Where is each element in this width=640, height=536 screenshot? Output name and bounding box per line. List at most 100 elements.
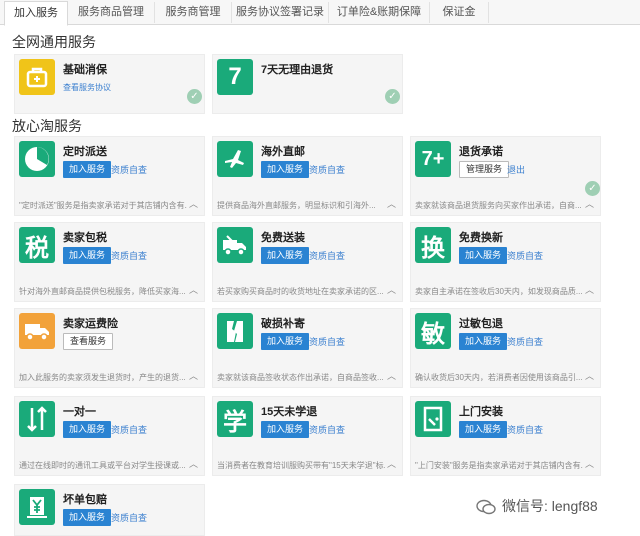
card-name: 过敏包退 — [459, 318, 503, 330]
chevron-up-icon[interactable]: ︿ — [387, 369, 396, 382]
chevron-up-icon[interactable]: ︿ — [585, 197, 594, 210]
section-title-assured: 放心淘服务 — [12, 118, 82, 134]
qualification-check-link[interactable]: 资质自查 — [507, 249, 543, 262]
card-description: "上门安装"服务是指卖家承诺对于其店铺内含有... — [415, 461, 583, 470]
card-description: 当消费者在教育培训服购买带有"15天未学退"标... — [217, 461, 385, 470]
card-seller-tax: 税 卖家包税 加入服务 资质自查 针对海外直邮商品提供包税服务，降低买家海...… — [14, 222, 205, 302]
tab-agreement-records[interactable]: 服务协议签署记录 — [232, 2, 329, 23]
wechat-icon — [476, 499, 496, 515]
card-7day-return: 7 7天无理由退货 ✓ — [212, 54, 403, 114]
join-service-button[interactable]: 加入服务 — [261, 333, 310, 350]
chevron-up-icon[interactable]: ︿ — [387, 283, 396, 296]
tab-bar: 加入服务 服务商品管理 服务商管理 服务协议签署记录 订单险&账期保障 保证金 — [0, 0, 640, 26]
qualification-check-link[interactable]: 资质自查 — [111, 163, 147, 176]
check-icon: ✓ — [385, 89, 400, 104]
join-service-button[interactable]: 加入服务 — [261, 247, 310, 264]
qualification-check-link[interactable]: 资质自查 — [111, 511, 147, 524]
chevron-up-icon[interactable]: ︿ — [189, 197, 198, 210]
qualification-check-link[interactable]: 资质自查 — [507, 335, 543, 348]
join-service-button[interactable]: 加入服务 — [63, 421, 112, 438]
qualification-check-link[interactable]: 资质自查 — [309, 335, 345, 348]
manage-service-button[interactable]: 管理服务 — [459, 161, 510, 178]
card-description: 提供商品海外直邮服务，明显标识和引海外... — [217, 201, 376, 210]
join-service-button[interactable]: 加入服务 — [63, 247, 112, 264]
tab-service-goods[interactable]: 服务商品管理 — [68, 2, 155, 23]
bag-icon — [19, 59, 55, 95]
study-icon: 学 — [217, 401, 253, 437]
card-name: 卖家运费险 — [63, 318, 118, 330]
qualification-check-link[interactable]: 资质自查 — [309, 423, 345, 436]
truck-wrench-icon — [217, 227, 253, 263]
card-description: 确认收货后30天内，若消费者因使用该商品引... — [415, 373, 583, 382]
card-name: 退货承诺 — [459, 146, 503, 158]
card-allergy-return: 敏 过敏包退 加入服务 资质自查 确认收货后30天内，若消费者因使用该商品引..… — [410, 308, 601, 388]
card-description: 卖家自主承诺在签收后30天内，如发现商品质... — [415, 287, 583, 296]
join-service-button[interactable]: 加入服务 — [261, 161, 310, 178]
join-service-button[interactable]: 加入服务 — [459, 421, 508, 438]
card-name: 破损补寄 — [261, 318, 305, 330]
truck-icon — [19, 313, 55, 349]
card-description: 加入此服务的卖家须发生退货时，产生的退货... — [19, 373, 186, 382]
card-name: 坏单包赔 — [63, 494, 107, 506]
card-name: 海外直邮 — [261, 146, 305, 158]
card-free-exchange: 换 免费换新 加入服务 资质自查 卖家自主承诺在签收后30天内，如发现商品质..… — [410, 222, 601, 302]
chevron-up-icon[interactable]: ︿ — [585, 457, 594, 470]
join-service-button[interactable]: 加入服务 — [63, 509, 112, 526]
card-onsite-installation: 上门安装 加入服务 资质自查 "上门安装"服务是指卖家承诺对于其店铺内含有...… — [410, 396, 601, 476]
allergy-icon: 敏 — [415, 313, 451, 349]
card-scheduled-delivery: 定时派送 加入服务 资质自查 "定时派送"服务是指卖家承诺对于其店铺内含有...… — [14, 136, 205, 216]
tab-order-insurance[interactable]: 订单险&账期保障 — [329, 2, 430, 23]
card-free-delivery-install: 免费送装 加入服务 资质自查 若买家购买商品时的收货地址在卖家承诺的区... ︿ — [212, 222, 403, 302]
card-bad-order-compensation: 坏单包赔 加入服务 资质自查 — [14, 484, 205, 536]
one-on-one-icon — [19, 401, 55, 437]
view-service-button[interactable]: 查看服务 — [63, 333, 114, 350]
join-service-button[interactable]: 加入服务 — [459, 333, 508, 350]
card-name: 卖家包税 — [63, 232, 107, 244]
join-service-button[interactable]: 加入服务 — [459, 247, 508, 264]
chevron-up-icon[interactable]: ︿ — [189, 457, 198, 470]
card-overseas-direct: 海外直邮 加入服务 资质自查 提供商品海外直邮服务，明显标识和引海外... ︿ — [212, 136, 403, 216]
view-agreement-link[interactable]: 查看服务协议 — [63, 82, 111, 93]
card-damage-resend: 破损补寄 加入服务 资质自查 卖家就该商品签收状态作出承诺，自商品签收... ︿ — [212, 308, 403, 388]
card-return-promise: 7+ 退货承诺 管理服务 退出 卖家就该商品退货服务向买家作出承诺，自商... … — [410, 136, 601, 216]
join-service-button[interactable]: 加入服务 — [261, 421, 310, 438]
card-name: 上门安装 — [459, 406, 503, 418]
broken-icon — [217, 313, 253, 349]
join-service-button[interactable]: 加入服务 — [63, 161, 112, 178]
card-name: 基础消保 — [63, 64, 107, 76]
chevron-up-icon[interactable]: ︿ — [387, 457, 396, 470]
card-description: 通过在线即时的通讯工具或平台对学生授课或... — [19, 461, 186, 470]
chevron-up-icon[interactable]: ︿ — [387, 197, 396, 210]
qualification-check-link[interactable]: 资质自查 — [111, 423, 147, 436]
card-name: 免费送装 — [261, 232, 305, 244]
exit-link[interactable]: 退出 — [507, 163, 525, 176]
tax-icon: 税 — [19, 227, 55, 263]
tab-deposit[interactable]: 保证金 — [430, 2, 489, 23]
card-one-on-one: 一对一 加入服务 资质自查 通过在线即时的通讯工具或平台对学生授课或... ︿ — [14, 396, 205, 476]
tab-service-provider[interactable]: 服务商管理 — [155, 2, 232, 23]
chevron-up-icon[interactable]: ︿ — [585, 283, 594, 296]
seven-icon: 7 — [217, 59, 253, 95]
seven-plus-icon: 7+ — [415, 141, 451, 177]
check-icon: ✓ — [585, 181, 600, 196]
wechat-watermark: 微信号: lengf88 — [476, 496, 598, 516]
card-basic-protection: 基础消保 查看服务协议 ✓ — [14, 54, 205, 114]
chevron-up-icon[interactable]: ︿ — [585, 369, 594, 382]
card-description: 针对海外直邮商品提供包税服务，降低买家海... — [19, 287, 186, 296]
card-15day-unstudied-refund: 学 15天未学退 加入服务 资质自查 当消费者在教育培训服购买带有"15天未学退… — [212, 396, 403, 476]
card-name: 15天未学退 — [261, 406, 318, 418]
qualification-check-link[interactable]: 资质自查 — [309, 163, 345, 176]
yen-icon — [19, 489, 55, 525]
section-title-general: 全网通用服务 — [12, 34, 96, 50]
card-seller-shipping-insurance: 卖家运费险 查看服务 加入此服务的卖家须发生退货时，产生的退货... ︿ — [14, 308, 205, 388]
qualification-check-link[interactable]: 资质自查 — [309, 249, 345, 262]
chevron-up-icon[interactable]: ︿ — [189, 369, 198, 382]
qualification-check-link[interactable]: 资质自查 — [507, 423, 543, 436]
card-name: 定时派送 — [63, 146, 107, 158]
tab-join-service[interactable]: 加入服务 — [4, 1, 68, 26]
qualification-check-link[interactable]: 资质自查 — [111, 249, 147, 262]
card-description: 若买家购买商品时的收货地址在卖家承诺的区... — [217, 287, 384, 296]
card-name: 7天无理由退货 — [261, 64, 334, 76]
card-name: 免费换新 — [459, 232, 503, 244]
chevron-up-icon[interactable]: ︿ — [189, 283, 198, 296]
